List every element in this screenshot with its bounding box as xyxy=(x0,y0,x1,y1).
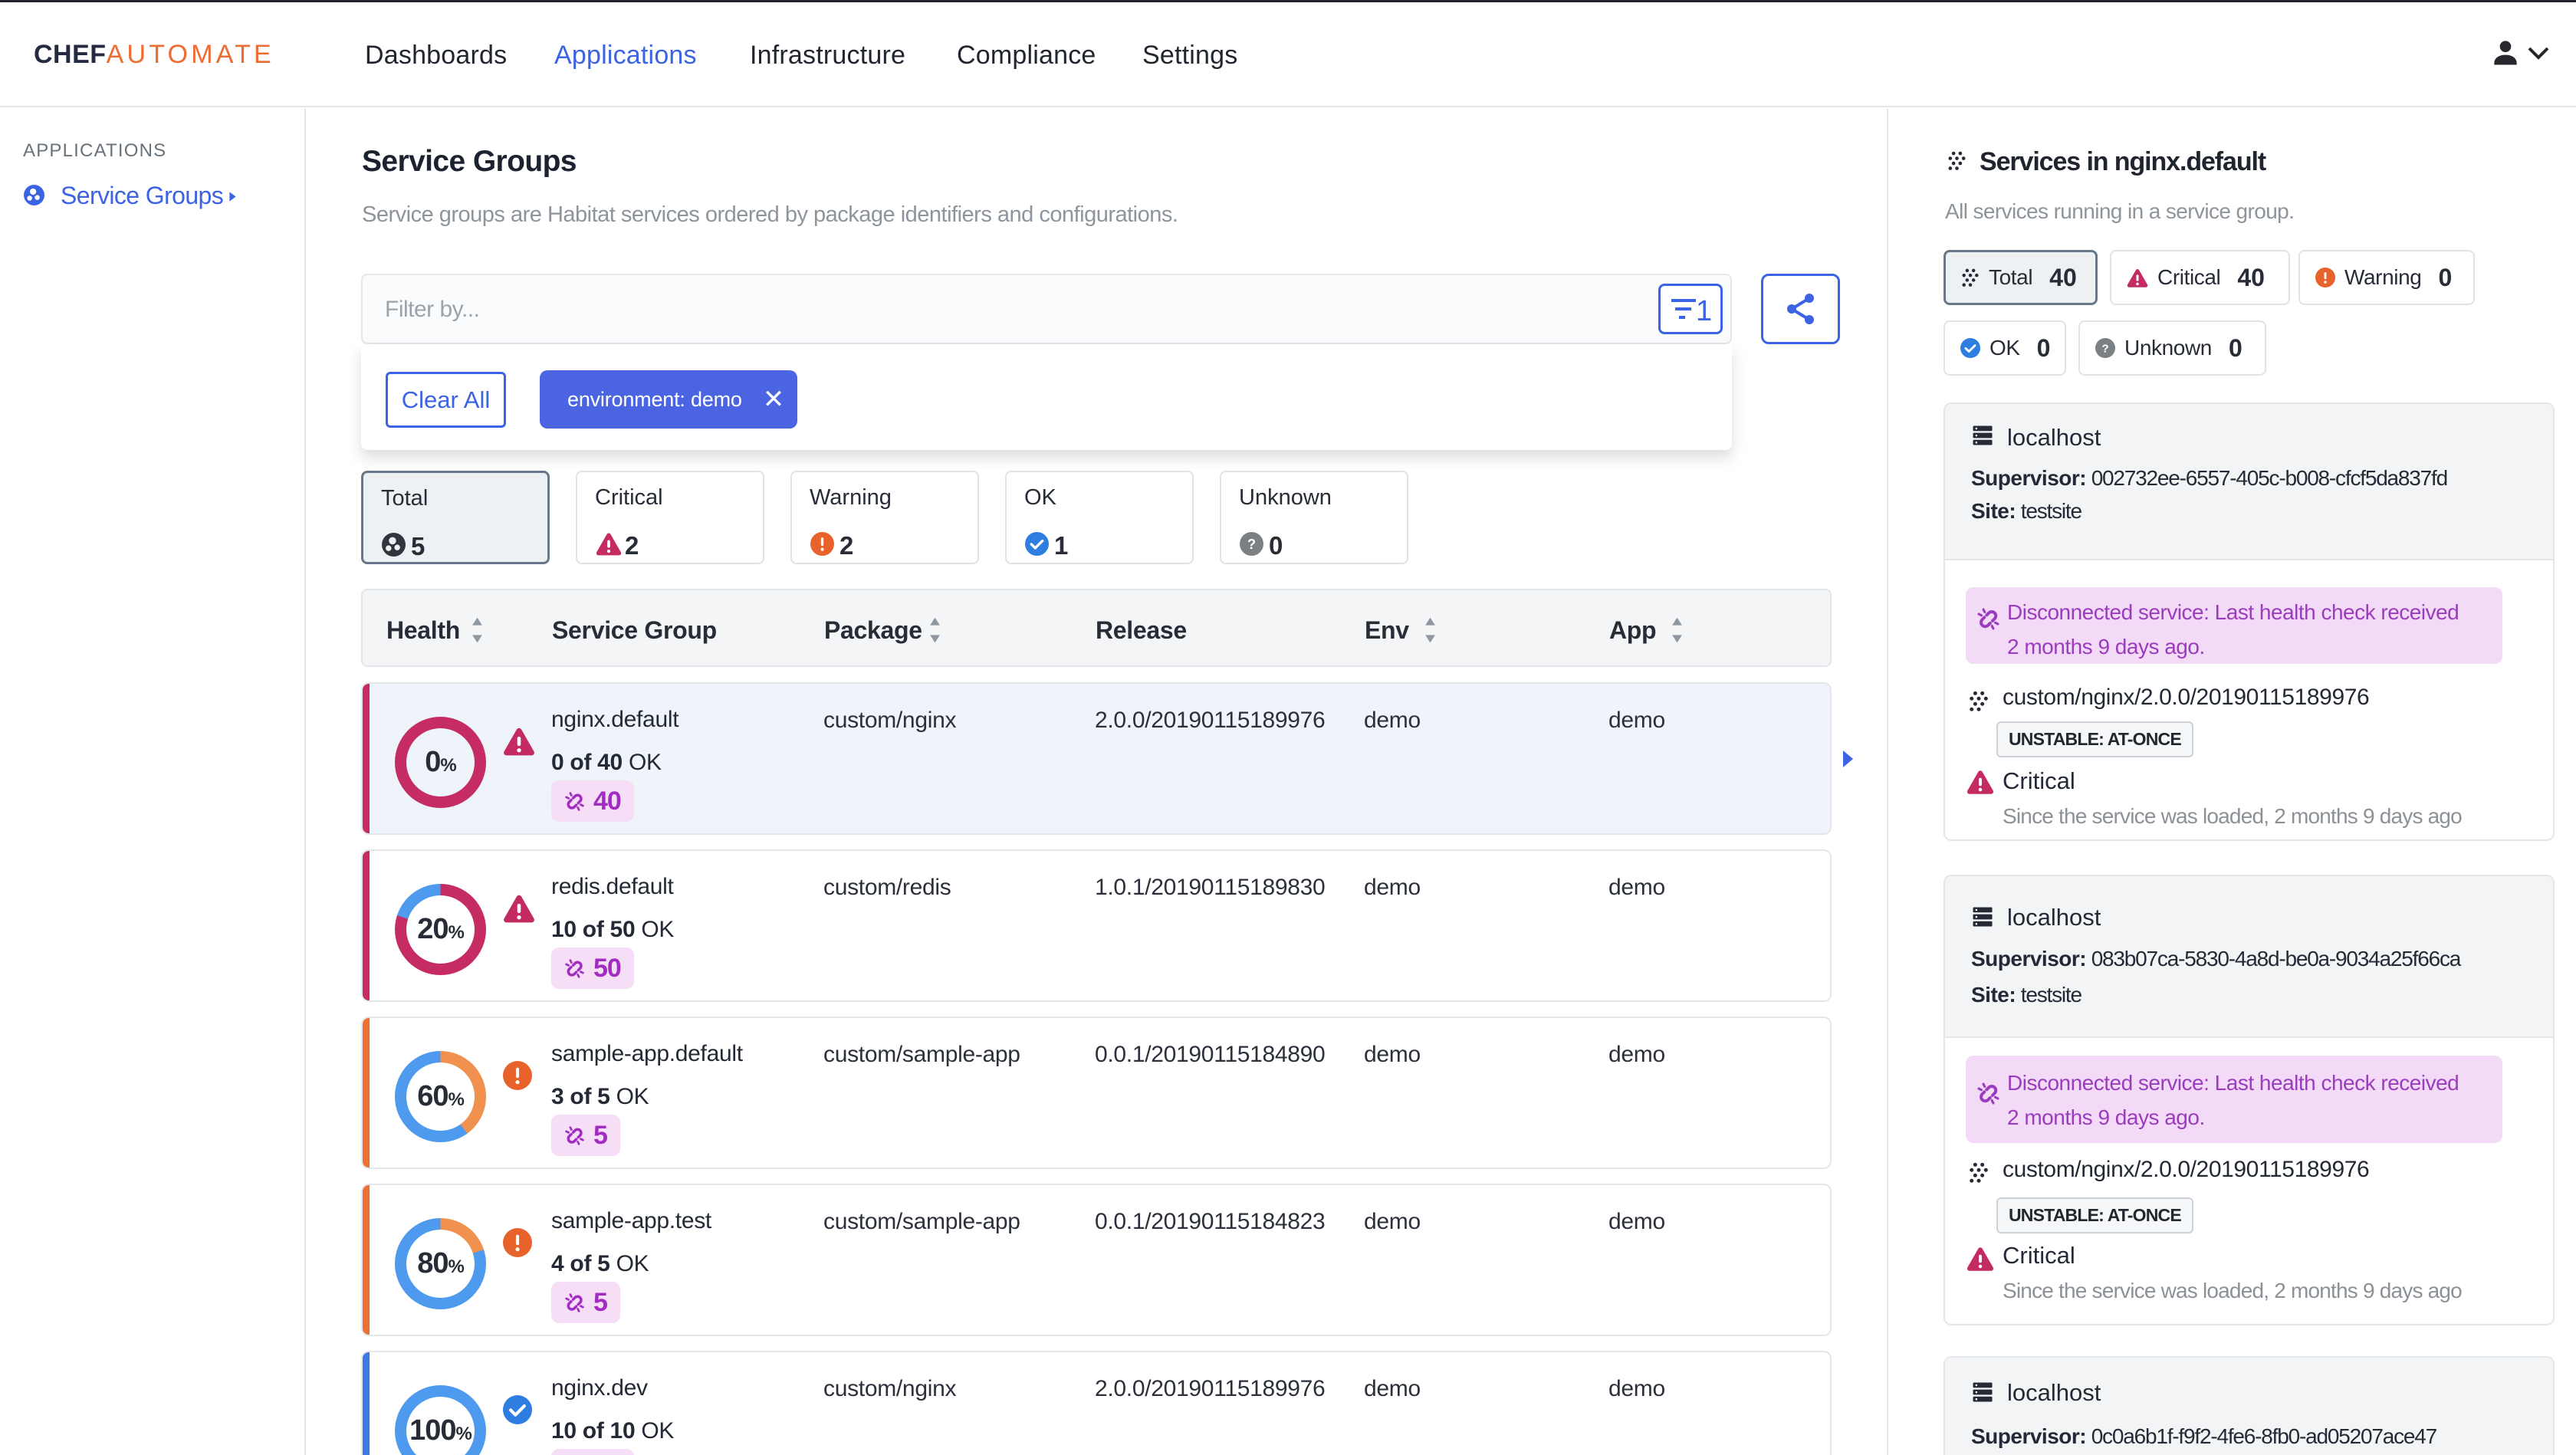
svg-text:1: 1 xyxy=(1696,295,1712,325)
svg-text:?: ? xyxy=(2101,342,2108,355)
svg-text:?: ? xyxy=(1247,537,1256,552)
